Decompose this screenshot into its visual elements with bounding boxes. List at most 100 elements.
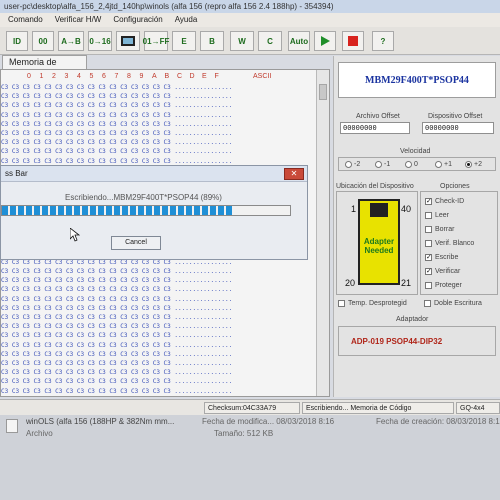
hex-column-label: D [189,73,195,80]
toolbar-button-chip-id[interactable]: ID [6,31,28,51]
toolbar-button-play[interactable] [314,31,336,51]
speed-radio-m1[interactable] [375,161,382,168]
hex-row[interactable]: C3 C3 C3 C3 C3 C3 C3 C3 C3 C3 C3 C3 C3 C… [1,360,316,369]
hex-row[interactable]: C3 C3 C3 C3 C3 C3 C3 C3 C3 C3 C3 C3 C3 C… [1,84,316,93]
toolbar-button-memory-chip[interactable] [116,31,140,51]
option-checkbox[interactable] [425,226,432,233]
hex-row[interactable]: C3 C3 C3 C3 C3 C3 C3 C3 C3 C3 C3 C3 C3 C… [1,388,316,397]
hex-row[interactable]: C3 C3 C3 C3 C3 C3 C3 C3 C3 C3 C3 C3 C3 C… [1,277,316,286]
speed-label-p2: +2 [474,161,482,168]
toolbar-button-hex[interactable]: 0→16 [88,31,112,51]
adapter-box: ADP-019 PSOP44-DIP32 [338,326,496,356]
hex-column-label: 0 [27,73,31,80]
file-size: Tamaño: 512 KB [214,429,274,438]
toolbar-button-label: W [238,36,246,46]
pin-40-label: 40 [401,204,412,214]
hex-column-label: 6 [102,73,106,80]
mouse-cursor-icon [70,228,80,242]
hex-row[interactable]: C3 C3 C3 C3 C3 C3 C3 C3 C3 C3 C3 C3 C3 C… [1,268,316,277]
option-checkbox[interactable]: ✓ [425,268,432,275]
checksum-status: Checksum:04C33A79 [204,402,300,414]
hex-row[interactable]: C3 C3 C3 C3 C3 C3 C3 C3 C3 C3 C3 C3 C3 C… [1,342,316,351]
menu-verificar-hw[interactable]: Verificar H/W [55,13,102,27]
hex-row[interactable]: C3 C3 C3 C3 C3 C3 C3 C3 C3 C3 C3 C3 C3 C… [1,351,316,360]
hex-row[interactable]: C3 C3 C3 C3 C3 C3 C3 C3 C3 C3 C3 C3 C3 C… [1,112,316,121]
toolbar-button-verify[interactable]: C [258,31,282,51]
hex-column-label: 1 [39,73,44,80]
toolbar-button-write[interactable]: W [230,31,254,51]
double-write-checkbox[interactable] [424,300,431,307]
option-label: Leer [435,212,450,219]
hex-scrollbar[interactable] [316,70,329,396]
option-checkbox[interactable] [425,282,432,289]
hex-row[interactable]: C3 C3 C3 C3 C3 C3 C3 C3 C3 C3 C3 C3 C3 C… [1,102,316,111]
toolbar-button-auto[interactable]: Auto [288,31,310,51]
socket-lever [370,203,388,217]
toolbar-button-compare[interactable]: A→B [58,31,84,51]
adapter-label: Adaptador [396,316,429,323]
hex-column-label: C [177,73,183,80]
speed-label-0: 0 [414,161,418,168]
hex-row[interactable]: C3 C3 C3 C3 C3 C3 C3 C3 C3 C3 C3 C3 C3 C… [1,296,316,305]
speed-label-m1: -1 [384,161,391,168]
status-bar: Checksum:04C33A79 Escribiendo... Memoria… [0,399,500,415]
hex-row[interactable]: C3 C3 C3 C3 C3 C3 C3 C3 C3 C3 C3 C3 C3 C… [1,130,316,139]
hex-row[interactable]: C3 C3 C3 C3 C3 C3 C3 C3 C3 C3 C3 C3 C3 C… [1,93,316,102]
menu-configuracion[interactable]: Configuración [113,13,162,27]
option-checkbox[interactable]: ✓ [425,198,432,205]
file-offset-label: Archivo Offset [356,113,400,120]
option-label: Escribe [435,254,459,261]
toolbar-button-chip-blank[interactable]: 00 [32,31,54,51]
device-panel: MBM29F400T*PSOP44 Archivo Offset 0000000… [333,56,500,397]
hex-row[interactable]: C3 C3 C3 C3 C3 C3 C3 C3 C3 C3 C3 C3 C3 C… [1,378,316,387]
adapter-needed-text: Adapter Needed [363,237,395,255]
menu-comando[interactable]: Comando [8,13,43,27]
toolbar-button-label: Auto [289,36,309,46]
file-offset-field[interactable]: 00000000 [340,122,410,134]
temp-unprotect-label: Temp. Desprotegid [348,300,407,307]
toolbar-button-blank-check[interactable]: B [200,31,224,51]
hex-row[interactable]: C3 C3 C3 C3 C3 C3 C3 C3 C3 C3 C3 C3 C3 C… [1,259,316,268]
menu-ayuda[interactable]: Ayuda [175,13,198,27]
hex-row[interactable]: C3 C3 C3 C3 C3 C3 C3 C3 C3 C3 C3 C3 C3 C… [1,369,316,378]
progress-bar [1,205,291,216]
speed-radio-p1[interactable] [435,161,442,168]
hex-column-label: 5 [89,73,94,80]
hex-row[interactable]: C3 C3 C3 C3 C3 C3 C3 C3 C3 C3 C3 C3 C3 C… [1,286,316,295]
hex-column-header: 0 1 2 3 4 5 6 7 8 9 A B C D E F ASCII [1,73,316,83]
device-offset-field[interactable]: 00000000 [422,122,494,134]
toolbar-button-fill[interactable]: 01→FF [143,31,169,51]
temp-unprotect-checkbox[interactable] [338,300,345,307]
hex-row[interactable]: C3 C3 C3 C3 C3 C3 C3 C3 C3 C3 C3 C3 C3 C… [1,332,316,341]
hex-row[interactable]: C3 C3 C3 C3 C3 C3 C3 C3 C3 C3 C3 C3 C3 C… [1,148,316,157]
window-title: user-pc\desktop\alfa_156_2,4jtd_140hp\wi… [0,0,500,13]
close-button[interactable]: ✕ [284,168,304,180]
toolbar-button-stop[interactable] [342,31,364,51]
toolbar-button-erase[interactable]: E [172,31,196,51]
device-location-label: Ubicación del Dispositivo [336,183,414,190]
toolbar-button-label: C [267,36,273,46]
option-checkbox[interactable] [425,240,432,247]
hex-row[interactable]: C3 C3 C3 C3 C3 C3 C3 C3 C3 C3 C3 C3 C3 C… [1,305,316,314]
programmer-status: GQ-4x4 [456,402,500,414]
pin-21-label: 21 [401,278,412,288]
hex-row[interactable]: C3 C3 C3 C3 C3 C3 C3 C3 C3 C3 C3 C3 C3 C… [1,314,316,323]
close-icon: ✕ [290,169,298,178]
hex-row[interactable]: C3 C3 C3 C3 C3 C3 C3 C3 C3 C3 C3 C3 C3 C… [1,139,316,148]
file-name[interactable]: winOLS (alfa 156 (188HP & 382Nm mm... [26,417,174,426]
stop-icon [348,36,358,46]
toolbar-button-help[interactable]: ? [372,31,394,51]
hex-row[interactable]: C3 C3 C3 C3 C3 C3 C3 C3 C3 C3 C3 C3 C3 C… [1,323,316,332]
option-checkbox[interactable] [425,212,432,219]
speed-radio-m2[interactable] [345,161,352,168]
speed-radio-p2[interactable] [465,161,472,168]
hex-row[interactable]: C3 C3 C3 C3 C3 C3 C3 C3 C3 C3 C3 C3 C3 C… [1,121,316,130]
cancel-button[interactable]: Cancel [111,236,161,250]
hex-column-label: 7 [114,73,119,80]
speed-label: Velocidad [400,148,431,155]
tab-memoria-de-codigo[interactable]: Memoria de Código [2,55,87,80]
toolbar-button-label: E [181,36,187,46]
scrollbar-thumb[interactable] [319,84,327,100]
speed-radio-0[interactable] [405,161,412,168]
option-checkbox[interactable]: ✓ [425,254,432,261]
